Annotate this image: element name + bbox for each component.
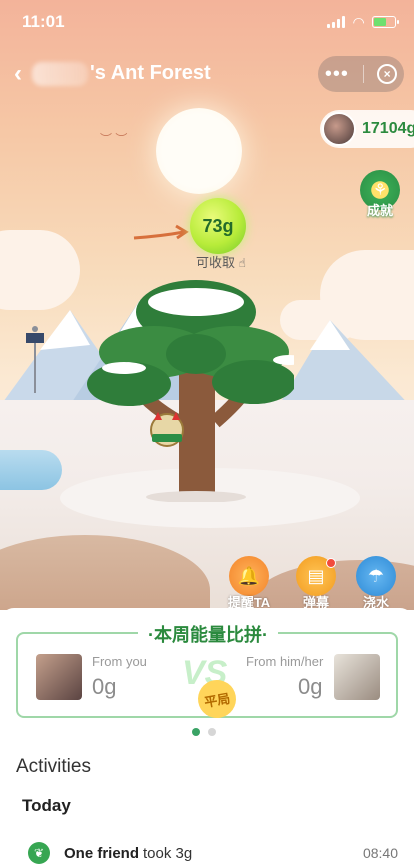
battery-icon — [372, 16, 399, 28]
sun — [156, 108, 242, 194]
status-time: 11:01 — [22, 12, 65, 31]
from-you-label: From you — [92, 654, 147, 669]
collect-hint-text: 可收取 — [196, 255, 236, 270]
wifi-icon: ◠ — [353, 13, 364, 30]
close-icon[interactable]: × — [377, 64, 398, 84]
energy-ball-value: 73g — [202, 215, 234, 236]
from-them-label: From him/her — [246, 654, 324, 669]
activities-heading: Activities — [16, 756, 91, 777]
energy-ball[interactable]: 73g — [190, 198, 246, 254]
forest-guard-badge-icon — [150, 412, 184, 447]
status-bar: 11:01 ◠ — [0, 0, 414, 44]
activity-actor: One friend — [64, 844, 140, 862]
frozen-lake — [0, 450, 62, 490]
my-avatar — [36, 654, 82, 700]
activity-time: 08:40 — [362, 845, 398, 861]
friend-avatar — [334, 654, 380, 700]
solar-panel-icon — [26, 326, 44, 393]
tree-illustration — [87, 280, 294, 502]
collect-hint: 可收取 ☝ — [196, 252, 246, 271]
remind-button[interactable]: 🔔 提醒TA — [227, 556, 271, 611]
today-heading: Today — [22, 796, 71, 815]
nav-header: ‹ 's Ant Forest ••• × — [0, 52, 414, 96]
leaf-icon: ❦ — [28, 842, 50, 864]
achievement-button[interactable]: ⚘ 成就 — [360, 170, 400, 218]
bullet-comment-button[interactable]: ▤ 弹幕 — [294, 556, 338, 611]
energy-total-pill[interactable]: 17104g — [320, 110, 414, 148]
from-them-value: 0g — [298, 674, 323, 699]
compare-title-text: 本周能量比拼 — [154, 625, 262, 645]
hand-pointer-icon: ☝ — [238, 256, 246, 270]
bell-icon: 🔔 — [229, 556, 269, 596]
status-icons: ◠ — [327, 13, 399, 31]
signal-icon — [327, 16, 346, 28]
notification-dot — [326, 558, 336, 568]
page-indicator — [192, 728, 216, 736]
capsule-divider — [362, 65, 364, 83]
from-you-value: 0g — [92, 674, 117, 699]
page-dot-active[interactable] — [192, 728, 200, 736]
bottom-sheet: 本周能量比拼 From you 0g VS 平局 From him/her 0g… — [0, 608, 414, 868]
birds-icon: ︶ ︶ — [100, 132, 128, 146]
avatar — [322, 112, 356, 146]
activity-action: took 3g — [143, 844, 193, 862]
compare-title: 本周能量比拼 — [138, 621, 278, 647]
water-button[interactable]: ☂ 浇水 — [354, 556, 398, 611]
energy-total: 17104g — [362, 120, 414, 137]
energy-compare-card[interactable]: 本周能量比拼 From you 0g VS 平局 From him/her 0g — [16, 621, 398, 722]
achievement-label: 成就 — [366, 203, 393, 218]
list-item[interactable]: ❦ One friend took 3g 08:40 — [28, 842, 398, 864]
mini-program-capsule: ••• × — [318, 56, 404, 92]
back-icon[interactable]: ‹ — [14, 60, 22, 88]
blurred-username — [32, 62, 88, 86]
arrow-annotation — [133, 224, 189, 240]
message-icon: ▤ — [296, 556, 336, 596]
more-icon[interactable]: ••• — [325, 63, 349, 86]
page-dot[interactable] — [208, 728, 216, 736]
page-title: 's Ant Forest — [90, 62, 211, 84]
watering-can-icon: ☂ — [356, 556, 396, 596]
